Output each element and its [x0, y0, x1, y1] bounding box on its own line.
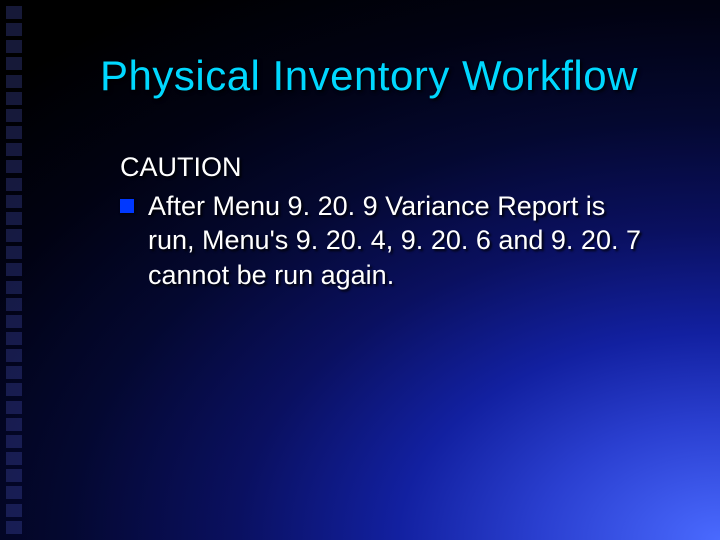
decor-square	[6, 332, 22, 345]
decor-square	[6, 212, 22, 225]
bullet-item: After Menu 9. 20. 9 Variance Report is r…	[120, 189, 650, 293]
decor-square	[6, 178, 22, 191]
decor-square	[6, 366, 22, 379]
slide-title: Physical Inventory Workflow	[100, 52, 638, 100]
decor-square	[6, 143, 22, 156]
decor-square	[6, 349, 22, 362]
decor-square	[6, 521, 22, 534]
decor-square	[6, 75, 22, 88]
decor-square	[6, 126, 22, 139]
decor-square	[6, 435, 22, 448]
decor-square	[6, 281, 22, 294]
decor-square	[6, 92, 22, 105]
decor-square	[6, 6, 22, 19]
decor-square	[6, 504, 22, 517]
decor-square	[6, 229, 22, 242]
decor-square	[6, 160, 22, 173]
decor-square	[6, 109, 22, 122]
decor-square	[6, 298, 22, 311]
decor-square	[6, 452, 22, 465]
slide-body: CAUTION After Menu 9. 20. 9 Variance Rep…	[120, 150, 650, 292]
slide: Physical Inventory Workflow CAUTION Afte…	[0, 0, 720, 540]
decor-square	[6, 418, 22, 431]
decor-square	[6, 383, 22, 396]
decor-square	[6, 263, 22, 276]
decor-square	[6, 469, 22, 482]
decor-square	[6, 57, 22, 70]
square-bullet-icon	[120, 199, 134, 213]
decor-square	[6, 486, 22, 499]
decor-square	[6, 23, 22, 36]
bullet-text: After Menu 9. 20. 9 Variance Report is r…	[148, 189, 650, 293]
left-square-decor	[6, 6, 24, 534]
decor-square	[6, 315, 22, 328]
decor-square	[6, 401, 22, 414]
decor-square	[6, 40, 22, 53]
decor-square	[6, 246, 22, 259]
caution-label: CAUTION	[120, 150, 650, 185]
decor-square	[6, 195, 22, 208]
